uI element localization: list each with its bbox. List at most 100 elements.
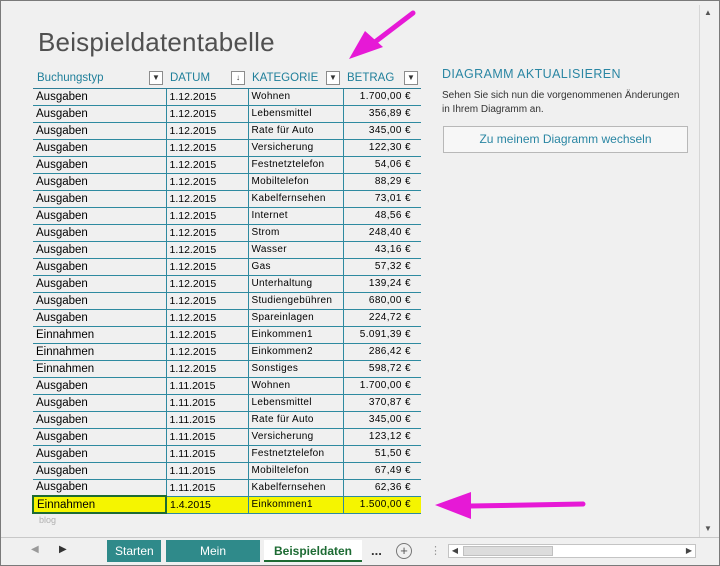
cell-betrag[interactable]: 680,00 € — [343, 292, 421, 310]
cell-buchungstyp[interactable]: Ausgaben — [33, 275, 167, 293]
horizontal-scrollbar[interactable]: ◀ ▶ — [448, 544, 696, 558]
cell-betrag[interactable]: 5.091,39 € — [343, 326, 421, 344]
column-header-datum[interactable]: DATUM ↓ — [166, 68, 248, 89]
cell-buchungstyp[interactable]: Ausgaben — [33, 105, 167, 123]
table-row[interactable]: Ausgaben 1.12.2015 Wohnen 1.700,00 € — [33, 88, 421, 106]
table-row[interactable]: Ausgaben 1.12.2015 Kabelfernsehen 73,01 € — [33, 190, 421, 208]
cell-kategorie[interactable]: Einkommen1 — [248, 496, 344, 514]
sort-descending-icon[interactable]: ↓ — [231, 71, 245, 85]
cell-betrag[interactable]: 73,01 € — [343, 190, 421, 208]
cell-buchungstyp[interactable]: Einnahmen — [33, 343, 167, 361]
cell-kategorie[interactable]: Lebensmittel — [248, 394, 344, 412]
cell-kategorie[interactable]: Versicherung — [248, 428, 344, 446]
cell-datum[interactable]: 1.12.2015 — [166, 275, 249, 293]
cell-buchungstyp[interactable]: Ausgaben — [33, 462, 167, 480]
table-row[interactable]: Ausgaben 1.12.2015 Rate für Auto 345,00 € — [33, 122, 421, 140]
cell-buchungstyp[interactable]: Ausgaben — [33, 445, 167, 463]
cell-datum[interactable]: 1.11.2015 — [166, 394, 249, 412]
table-row[interactable]: Ausgaben 1.11.2015 Festnetztelefon 51,50 € — [33, 445, 421, 463]
table-row[interactable]: Ausgaben 1.11.2015 Kabelfernsehen 62,36 € — [33, 479, 421, 497]
cell-datum[interactable]: 1.12.2015 — [166, 258, 249, 276]
table-row[interactable]: Ausgaben 1.12.2015 Spareinlagen 224,72 € — [33, 309, 421, 327]
cell-betrag[interactable]: 1.700,00 € — [343, 377, 421, 395]
cell-datum[interactable]: 1.12.2015 — [166, 173, 249, 191]
scroll-left-icon[interactable]: ◀ — [449, 545, 461, 557]
cell-kategorie[interactable]: Einkommen1 — [248, 326, 344, 344]
filter-dropdown-icon[interactable]: ▼ — [326, 71, 340, 85]
cell-buchungstyp[interactable]: Ausgaben — [33, 173, 167, 191]
cell-datum[interactable]: 1.11.2015 — [166, 377, 249, 395]
cell-datum[interactable]: 1.4.2015 — [166, 496, 249, 514]
table-row[interactable]: Ausgaben 1.11.2015 Rate für Auto 345,00 € — [33, 411, 421, 429]
cell-datum[interactable]: 1.11.2015 — [166, 411, 249, 429]
cell-betrag[interactable]: 67,49 € — [343, 462, 421, 480]
cell-datum[interactable]: 1.12.2015 — [166, 122, 249, 140]
cell-buchungstyp[interactable]: Ausgaben — [33, 428, 167, 446]
cell-buchungstyp[interactable]: Ausgaben — [33, 292, 167, 310]
scroll-right-icon[interactable]: ▶ — [683, 545, 695, 557]
table-row[interactable]: Ausgaben 1.12.2015 Mobiltelefon 88,29 € — [33, 173, 421, 191]
cell-kategorie[interactable]: Rate für Auto — [248, 122, 344, 140]
plus-circle-icon[interactable]: + — [396, 543, 412, 559]
table-row[interactable]: Ausgaben 1.11.2015 Mobiltelefon 67,49 € — [33, 462, 421, 480]
cell-kategorie[interactable]: Wasser — [248, 241, 344, 259]
cell-datum[interactable]: 1.12.2015 — [166, 343, 249, 361]
cell-buchungstyp[interactable]: Ausgaben — [33, 88, 167, 106]
cell-betrag[interactable]: 57,32 € — [343, 258, 421, 276]
cell-betrag[interactable]: 88,29 € — [343, 173, 421, 191]
column-header-kategorie[interactable]: KATEGORIE ▼ — [248, 68, 343, 89]
cell-buchungstyp[interactable]: Ausgaben — [33, 258, 167, 276]
cell-kategorie[interactable]: Kabelfernsehen — [248, 479, 344, 497]
cell-datum[interactable]: 1.12.2015 — [166, 360, 249, 378]
cell-kategorie[interactable]: Gas — [248, 258, 344, 276]
cell-buchungstyp[interactable]: Ausgaben — [33, 394, 167, 412]
table-row[interactable]: Ausgaben 1.12.2015 Festnetztelefon 54,06 € — [33, 156, 421, 174]
cell-kategorie[interactable]: Sonstiges — [248, 360, 344, 378]
cell-buchungstyp[interactable]: Ausgaben — [33, 309, 167, 327]
cell-buchungstyp[interactable]: Einnahmen — [33, 360, 167, 378]
column-header-buchungstyp[interactable]: Buchungstyp ▼ — [33, 68, 166, 89]
cell-kategorie[interactable]: Mobiltelefon — [248, 462, 344, 480]
tab-starten[interactable]: Starten — [107, 540, 161, 562]
cell-betrag[interactable]: 139,24 € — [343, 275, 421, 293]
cell-datum[interactable]: 1.11.2015 — [166, 445, 249, 463]
table-row[interactable]: Einnahmen 1.12.2015 Sonstiges 598,72 € — [33, 360, 421, 378]
cell-buchungstyp[interactable]: Ausgaben — [33, 377, 167, 395]
cell-buchungstyp[interactable]: Einnahmen — [32, 495, 167, 514]
cell-datum[interactable]: 1.12.2015 — [166, 156, 249, 174]
cell-betrag[interactable]: 1.500,00 € — [343, 496, 421, 514]
cell-betrag[interactable]: 48,56 € — [343, 207, 421, 225]
cell-kategorie[interactable]: Wohnen — [248, 377, 344, 395]
prev-sheet-icon[interactable]: ◀ — [31, 544, 39, 555]
cell-datum[interactable]: 1.12.2015 — [166, 207, 249, 225]
cell-datum[interactable]: 1.12.2015 — [166, 88, 249, 106]
cell-betrag[interactable]: 122,30 € — [343, 139, 421, 157]
cell-datum[interactable]: 1.11.2015 — [166, 428, 249, 446]
cell-kategorie[interactable]: Festnetztelefon — [248, 445, 344, 463]
cell-betrag[interactable]: 54,06 € — [343, 156, 421, 174]
cell-betrag[interactable]: 248,40 € — [343, 224, 421, 242]
cell-buchungstyp[interactable]: Ausgaben — [33, 411, 167, 429]
cell-kategorie[interactable]: Rate für Auto — [248, 411, 344, 429]
cell-betrag[interactable]: 51,50 € — [343, 445, 421, 463]
table-row[interactable]: Ausgaben 1.12.2015 Internet 48,56 € — [33, 207, 421, 225]
cell-datum[interactable]: 1.11.2015 — [166, 479, 249, 497]
scroll-down-icon[interactable]: ▼ — [702, 523, 714, 535]
cell-kategorie[interactable]: Einkommen2 — [248, 343, 344, 361]
table-row[interactable]: Ausgaben 1.11.2015 Wohnen 1.700,00 € — [33, 377, 421, 395]
cell-datum[interactable]: 1.12.2015 — [166, 190, 249, 208]
cell-betrag[interactable]: 286,42 € — [343, 343, 421, 361]
cell-buchungstyp[interactable]: Ausgaben — [33, 479, 167, 497]
cell-kategorie[interactable]: Internet — [248, 207, 344, 225]
table-row[interactable]: Ausgaben 1.12.2015 Wasser 43,16 € — [33, 241, 421, 259]
cell-datum[interactable]: 1.12.2015 — [166, 241, 249, 259]
cell-kategorie[interactable]: Strom — [248, 224, 344, 242]
scroll-up-icon[interactable]: ▲ — [702, 7, 714, 19]
cell-buchungstyp[interactable]: Ausgaben — [33, 190, 167, 208]
table-row[interactable]: Einnahmen 1.12.2015 Einkommen2 286,42 € — [33, 343, 421, 361]
scroll-thumb[interactable] — [463, 546, 553, 556]
cell-kategorie[interactable]: Kabelfernsehen — [248, 190, 344, 208]
cell-betrag[interactable]: 345,00 € — [343, 122, 421, 140]
filter-dropdown-icon[interactable]: ▼ — [149, 71, 163, 85]
table-row[interactable]: Ausgaben 1.12.2015 Studiengebühren 680,00 € — [33, 292, 421, 310]
